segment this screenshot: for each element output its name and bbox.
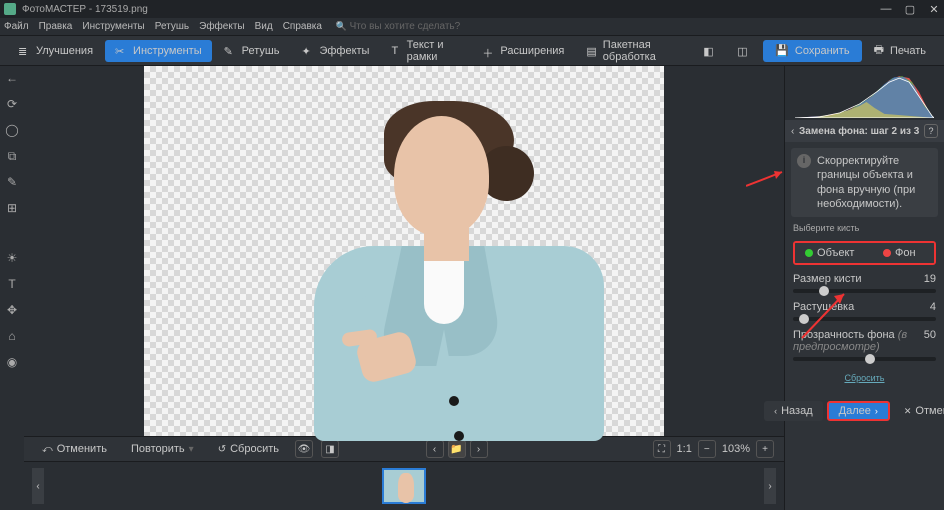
window-title: ФотоМАСТЕР - 173519.png [22,4,148,15]
print-icon: 🖶 [874,41,884,60]
undo-button[interactable]: ⤺ Отменить [34,441,115,457]
preview-toggle[interactable]: 👁 [295,440,313,458]
feather-label: Растушевка [793,301,854,313]
maximize-button[interactable]: ▢ [904,3,916,16]
brush-background-button[interactable]: Фон [865,243,935,263]
zoom-ratio[interactable]: 1:1 [677,443,692,455]
toolbar-text[interactable]: TТекст и рамки [381,40,470,62]
print-button[interactable]: 🖶Печать [864,40,936,62]
close-button[interactable]: ✕ [928,3,940,16]
minimize-button[interactable]: — [880,3,892,16]
split-icon: ◧ [703,45,715,57]
info-icon: i [797,154,811,168]
menu-search[interactable]: Что вы хотите сделать? [336,21,460,32]
right-panel: ‹ Замена фона: шаг 2 из 3 ? i Скорректир… [784,66,944,510]
tool-clone[interactable]: ✥ [4,302,20,318]
brush-selector: Объект Фон [793,241,936,265]
tool-lasso[interactable]: ◯ [4,122,20,138]
titlebar: ФотоМАСТЕР - 173519.png — ▢ ✕ [0,0,944,18]
panel-reset-link[interactable]: Сбросить [793,373,936,383]
green-dot-icon [805,249,813,257]
toolbar: ≣Улучшения ✂Инструменты ✎Ретушь ✦Эффекты… [0,36,944,66]
text-icon: T [391,45,400,57]
prev-image-button[interactable]: ‹ [426,440,444,458]
menu-retouch[interactable]: Ретушь [155,21,189,32]
brush-object-button[interactable]: Объект [795,243,865,263]
menu-help[interactable]: Справка [283,21,322,32]
tool-rotate[interactable]: ⟳ [4,96,20,112]
sliders-icon: ≣ [18,45,30,57]
tool-wb[interactable]: ☀ [4,250,20,266]
tool-text[interactable]: T [4,276,20,292]
tool-arrow[interactable]: ← [4,70,20,86]
histogram[interactable] [785,66,944,120]
subject-silhouette [284,96,604,436]
panel-help-button[interactable]: ? [924,124,938,138]
red-dot-icon [883,249,891,257]
save-icon: 💾 [775,44,789,57]
stack-icon: ▤ [586,45,596,57]
feather-slider[interactable] [793,317,936,321]
menu-file[interactable]: Файл [4,21,29,32]
crop-icon: ✂ [115,45,127,57]
next-image-button[interactable]: › [470,440,488,458]
reset-button[interactable]: ↺ Сбросить [210,441,287,457]
panel-header: ‹ Замена фона: шаг 2 из 3 ? [785,120,944,142]
wizard-cancel-button[interactable]: ✕ Отмена [894,401,944,421]
canvas-viewport[interactable] [24,66,784,436]
size-value: 19 [924,273,936,285]
app-icon [4,3,16,15]
toolbar-effects[interactable]: ✦Эффекты [291,40,379,62]
menubar: Файл Правка Инструменты Ретушь Эффекты В… [0,18,944,36]
plus-icon: ＋ [482,45,494,57]
brush-label: Выберите кисть [793,223,936,233]
menu-tools[interactable]: Инструменты [82,21,144,32]
opacity-label: Прозрачность фона (в предпросмотре) [793,329,924,353]
panel-hint: i Скорректируйте границы объекта и фона … [791,148,938,217]
opacity-value: 50 [924,329,936,353]
side-icon: ◫ [737,45,749,57]
tool-brush[interactable]: ✎ [4,174,20,190]
sparkle-icon: ✦ [301,45,313,57]
tool-crop[interactable]: ⧉ [4,148,20,164]
filmstrip-next[interactable]: › [764,468,776,504]
menu-edit[interactable]: Правка [39,21,73,32]
panel-title: Замена фона: шаг 2 из 3 [794,126,924,137]
zoom-in-button[interactable]: + [756,440,774,458]
tool-eye[interactable]: ◉ [4,354,20,370]
tool-heal[interactable]: ⌂ [4,328,20,344]
feather-value: 4 [930,301,936,313]
wizard-next-button[interactable]: Далее › [827,401,890,421]
toolbar-retouch[interactable]: ✎Ретушь [214,40,290,62]
opacity-slider[interactable] [793,357,936,361]
filmstrip: ‹ › [24,461,784,510]
save-button[interactable]: 💾Сохранить [763,40,861,62]
zoom-out-button[interactable]: − [698,440,716,458]
menu-view[interactable]: Вид [255,21,273,32]
toolbar-extensions[interactable]: ＋Расширения [472,40,574,62]
filmstrip-prev[interactable]: ‹ [32,468,44,504]
menu-effects[interactable]: Эффекты [199,21,244,32]
image-canvas[interactable] [144,66,664,436]
tool-grid[interactable]: ⊞ [4,200,20,216]
redo-button[interactable]: Повторить ▾ [123,441,202,457]
size-label: Размер кисти [793,273,862,285]
toolbar-tools[interactable]: ✂Инструменты [105,40,212,62]
thumbnail-current[interactable] [382,468,426,504]
fit-button[interactable]: ⛶ [653,440,671,458]
toolbar-enhance[interactable]: ≣Улучшения [8,40,103,62]
toolbar-batch[interactable]: ▤Пакетная обработка [576,40,691,62]
browse-button[interactable]: 📁 [448,440,466,458]
compare-toggle[interactable]: ◨ [321,440,339,458]
zoom-percent: 103% [722,443,750,455]
brush-icon: ✎ [224,45,236,57]
left-toolbar: ← ⟳ ◯ ⧉ ✎ ⊞ ☀ T ✥ ⌂ ◉ [0,66,24,510]
toolbar-compare-split[interactable]: ◧ [693,40,725,62]
size-slider[interactable] [793,289,936,293]
toolbar-compare-side[interactable]: ◫ [727,40,759,62]
